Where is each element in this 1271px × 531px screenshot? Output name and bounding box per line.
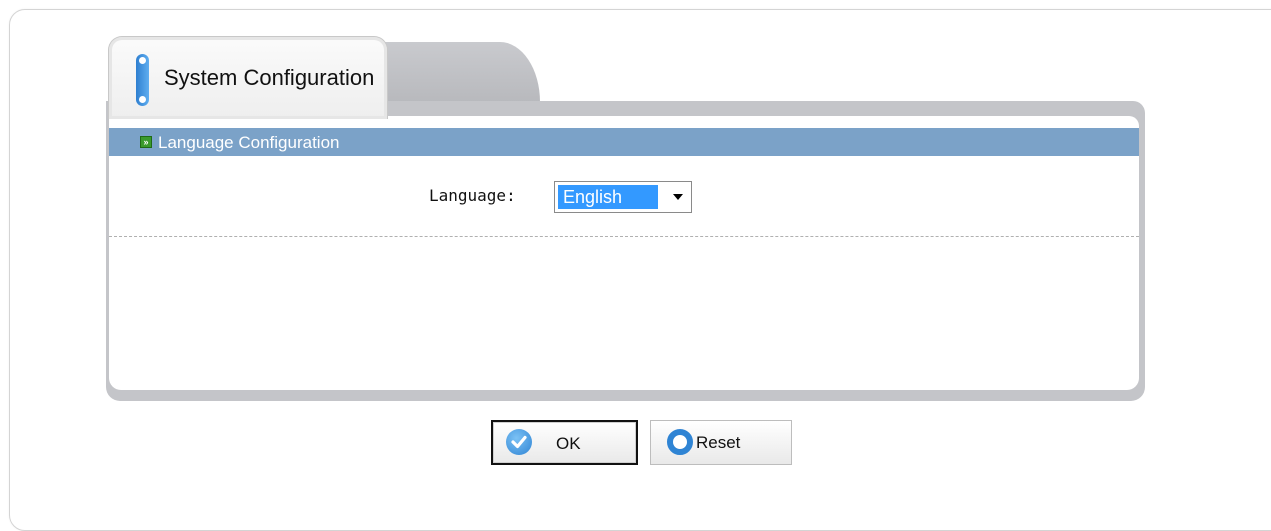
- ok-button-label: OK: [556, 434, 581, 453]
- language-selected-value: English: [558, 185, 658, 209]
- reset-button-label: Reset: [696, 433, 741, 452]
- reset-button[interactable]: Reset: [650, 420, 792, 465]
- section-header: » Language Configuration: [109, 128, 1139, 156]
- ok-button[interactable]: OK: [491, 420, 638, 465]
- language-select[interactable]: English: [554, 181, 692, 213]
- config-panel: » Language Configuration Language: Engli…: [106, 101, 1145, 401]
- tab-title: System Configuration: [164, 65, 375, 90]
- language-row: Language: English: [109, 178, 1139, 218]
- circle-icon: [667, 429, 693, 455]
- section-title: Language Configuration: [158, 133, 340, 152]
- dashed-divider: [109, 236, 1139, 237]
- config-panel-body: » Language Configuration Language: Engli…: [109, 116, 1139, 390]
- tab-marker-icon: [136, 54, 149, 106]
- tab-background: [370, 42, 540, 102]
- tab-system-configuration[interactable]: System Configuration: [108, 36, 388, 119]
- expand-icon: »: [140, 136, 152, 148]
- check-icon: [506, 429, 532, 455]
- chevron-down-icon[interactable]: [673, 194, 683, 200]
- language-label: Language:: [429, 186, 516, 205]
